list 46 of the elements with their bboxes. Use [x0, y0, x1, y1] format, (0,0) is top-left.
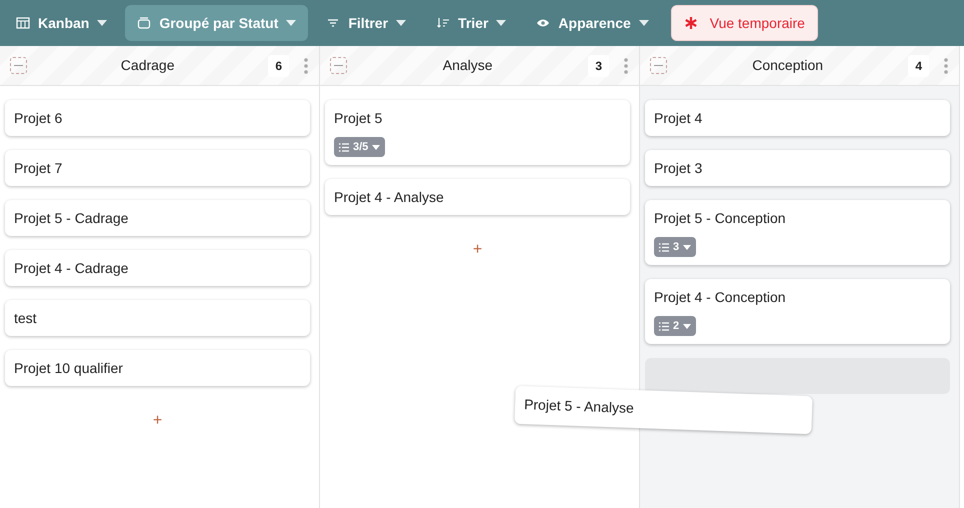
toolbar-button[interactable]: Filtrer [314, 5, 418, 41]
project-card[interactable]: test [5, 300, 310, 336]
list-icon [659, 242, 669, 252]
caret-icon [638, 20, 649, 26]
column-title: Conception [751, 56, 824, 75]
toolbar-button[interactable]: Trier [424, 5, 518, 41]
list-icon [339, 142, 349, 152]
project-card[interactable]: Projet 3 [645, 150, 950, 186]
caret-icon [286, 20, 296, 26]
column-title: Cadrage [120, 56, 176, 75]
table-icon [16, 16, 30, 30]
temporary-view-button[interactable]: Vue temporaire [670, 5, 818, 41]
add-card-button[interactable]: + [466, 237, 488, 263]
project-card[interactable]: Projet 7 [5, 150, 310, 186]
column-title: Analyse [442, 56, 494, 75]
project-card[interactable]: Projet 6 [5, 100, 310, 136]
caret-icon [396, 20, 406, 26]
collapse-button[interactable] [10, 57, 27, 74]
toolbar-button[interactable]: Apparence [524, 5, 661, 41]
collapse-button[interactable] [330, 57, 347, 74]
card-count: 6 [268, 54, 289, 76]
project-card[interactable]: Projet 5 - Cadrage [5, 200, 310, 236]
sort-icon [436, 16, 450, 30]
caret-icon [683, 244, 692, 250]
more-button[interactable] [303, 56, 309, 74]
project-card[interactable]: Projet 5 3/5 [325, 100, 630, 165]
tray-icon [137, 16, 152, 30]
asterisk-icon [684, 16, 698, 30]
caret-icon [372, 144, 380, 150]
project-card[interactable]: Projet 4 - Cadrage [5, 250, 310, 286]
card-count: 4 [908, 54, 929, 76]
project-card[interactable]: Projet 10 qualifier [5, 350, 310, 386]
list-icon [659, 322, 669, 330]
more-button[interactable] [943, 56, 949, 74]
project-card[interactable]: Projet 5 - Conception 3 [645, 200, 950, 265]
card-count: 3 [588, 54, 609, 76]
caret-icon [496, 20, 506, 26]
project-card[interactable]: Projet 4 - Analyse [325, 179, 630, 215]
collapse-button[interactable] [650, 57, 667, 74]
toolbar-button[interactable]: Kanban [4, 5, 120, 41]
project-card[interactable]: Projet 4 [645, 100, 950, 136]
more-button[interactable] [623, 56, 629, 74]
caret-icon [683, 324, 692, 328]
add-card-button[interactable]: + [146, 408, 168, 434]
project-card[interactable]: Projet 4 - Conception 2 [645, 279, 950, 344]
caret-icon [97, 20, 108, 26]
